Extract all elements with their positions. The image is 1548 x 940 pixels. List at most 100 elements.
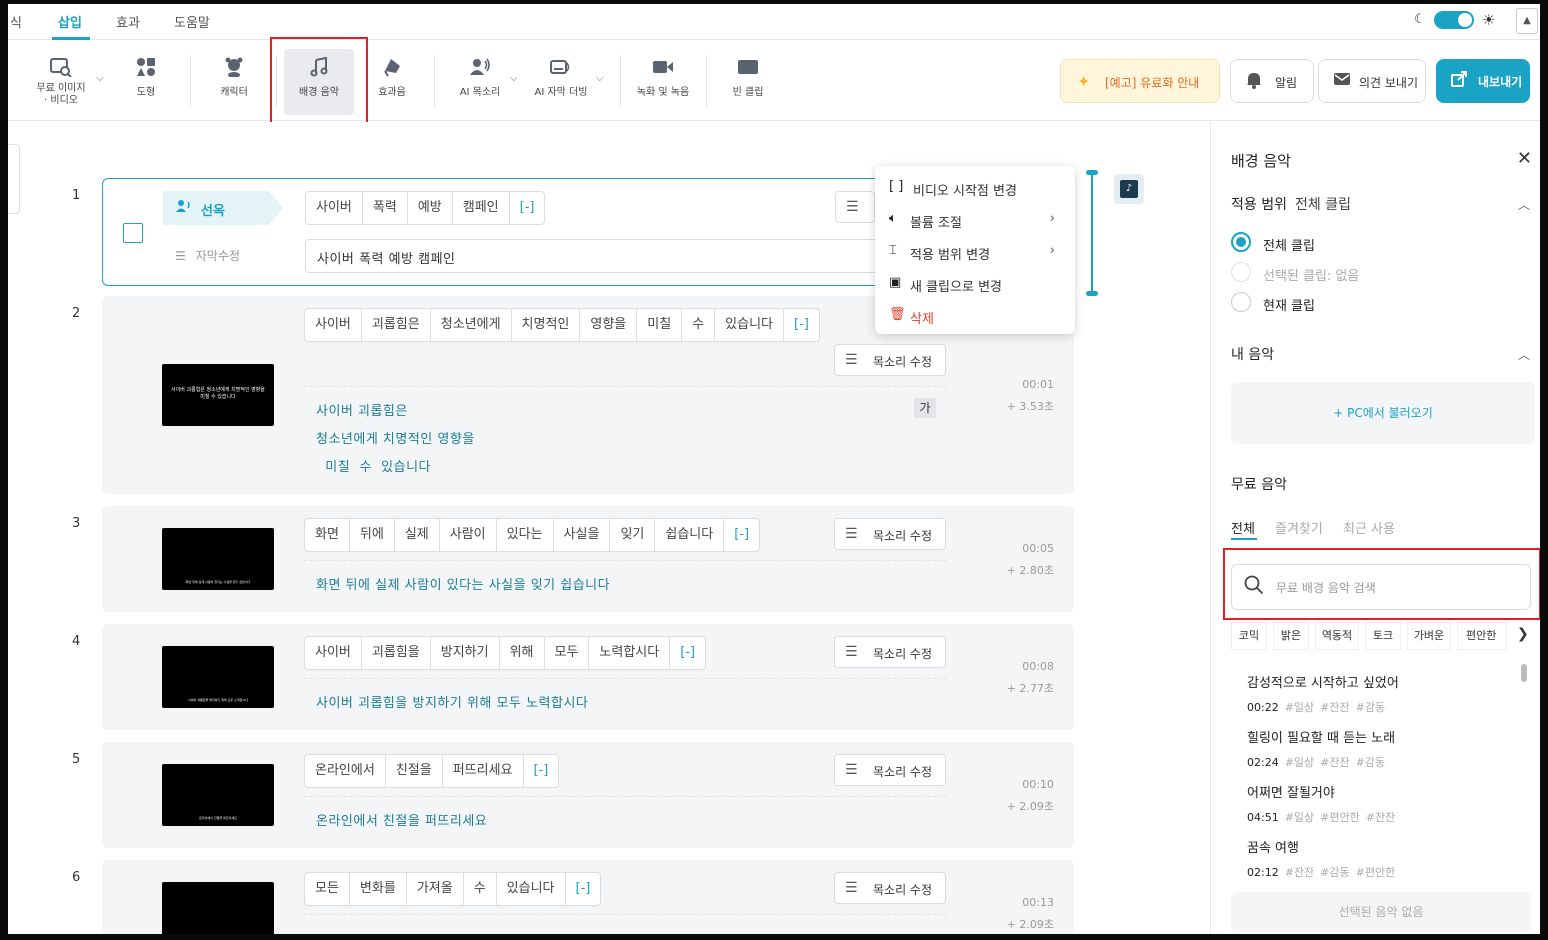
mood-chip[interactable]: 코믹 [1231, 622, 1267, 650]
tab-all[interactable]: 전체 [1231, 518, 1255, 537]
subtitle-line[interactable]: 미칠 수 있습니다 [316, 456, 431, 475]
word-chip[interactable]: 사람이 [438, 518, 497, 552]
list-scrollbar[interactable] [1521, 664, 1527, 682]
tool-free-image-video[interactable]: 무료 이미지 · 비디오 [26, 49, 96, 115]
menu-item-effects[interactable]: 효과 [116, 12, 140, 31]
menu-item-new-clip[interactable]: ▣ 새 클립으로 변경 [889, 274, 1065, 295]
menu-item-help[interactable]: 도움말 [174, 12, 210, 31]
chevron-down-icon[interactable]: ⌵ [510, 73, 518, 84]
chevron-up-icon[interactable]: ︿ [1518, 196, 1530, 213]
font-style-button[interactable]: 가 [914, 398, 936, 418]
add-pause-chip[interactable]: [-] [508, 191, 546, 225]
word-chip[interactable]: 있습니다 [714, 308, 785, 342]
tool-blank-clip[interactable]: 빈 클립 [720, 49, 776, 115]
tool-shapes[interactable]: 도형 [118, 49, 174, 115]
word-chip[interactable]: 있습니다 [495, 872, 566, 906]
theme-toggle[interactable]: ☾ ☀ [1414, 10, 1510, 30]
clip-checkbox[interactable] [123, 223, 143, 243]
voice-edit-button[interactable]: ☰ 목소리 수정 [834, 636, 946, 668]
word-chip[interactable]: 캠페인 [451, 191, 510, 225]
clip-card-4[interactable]: 사이버 괴롭힘을 방지하기 위해 모두 노력합시다 사이버 괴롭힘을 방지하기 … [102, 624, 1074, 730]
menu-item-insert[interactable]: 삽입 [58, 12, 82, 31]
word-chip[interactable]: 괴롭힘은 [360, 308, 431, 342]
voice-edit-button[interactable]: ☰ 목소리 수정 [834, 344, 946, 376]
word-chip[interactable]: 수 [681, 308, 716, 342]
voice-tag[interactable]: 선옥 [163, 191, 283, 225]
word-chip[interactable]: 사이버 [304, 636, 362, 670]
clip-thumbnail[interactable]: 사이버 괴롭힘은 청소년에게 치명적인 영향을 미칠 수 있습니다 [162, 364, 274, 426]
tool-character[interactable]: 캐릭터 [206, 49, 262, 115]
subtitle-line[interactable]: 청소년에게 치명적인 영향을 [316, 428, 475, 447]
word-chip[interactable]: 퍼뜨리세요 [441, 754, 524, 788]
clip-thumbnail[interactable]: 사이버 괴롭힘을 방지하기 위해 모두 노력합시다 [162, 646, 274, 708]
voice-edit-button[interactable]: ☰ [835, 191, 875, 223]
voice-edit-button[interactable]: ☰ 목소리 수정 [834, 754, 946, 786]
word-chip[interactable]: 온라인에서 [304, 754, 386, 788]
side-handle[interactable] [8, 144, 20, 214]
menu-item-delete[interactable]: 🗑︎ 삭제 [889, 306, 1065, 327]
load-from-pc-button[interactable]: + PC에서 불러오기 [1231, 382, 1535, 444]
mood-chip[interactable]: 역동적 [1315, 622, 1359, 650]
export-button[interactable]: 내보내기 [1436, 59, 1530, 103]
tool-ai-voice[interactable]: AI 목소리 [448, 49, 512, 115]
word-chip[interactable]: 예방 [406, 191, 453, 225]
radio-current-clip[interactable] [1231, 292, 1251, 312]
word-chip[interactable]: 폭력 [361, 191, 408, 225]
add-pause-chip[interactable]: [-] [564, 872, 602, 906]
music-clip-badge[interactable]: ♪ [1114, 174, 1144, 204]
word-chip[interactable]: 사이버 [304, 308, 362, 342]
word-chip[interactable]: 치명적인 [510, 308, 581, 342]
word-chip[interactable]: 화면 [304, 518, 350, 552]
clip-card-3[interactable]: 화면 뒤에 실제 사람이 있다는 사실을 잊기 쉽습니다 화면 뒤에 실제 사람… [102, 506, 1074, 612]
scope-section-header[interactable]: 적용 범위 전체 클립 [1231, 194, 1351, 214]
range-handle-top[interactable] [1086, 170, 1098, 175]
menu-item-video-start[interactable]: [ ] 비디오 시작점 변경 [889, 178, 1065, 199]
mood-chip[interactable]: 편안한 [1457, 622, 1507, 650]
menu-item-range[interactable]: ⌶ 적용 범위 변경 › [889, 242, 1065, 263]
my-music-header[interactable]: 내 음악 [1231, 344, 1274, 364]
radio-all-clips[interactable] [1231, 232, 1251, 252]
word-chip[interactable]: 뒤에 [348, 518, 395, 552]
word-chip[interactable]: 모두 [543, 636, 590, 670]
clip-card-6[interactable]: 모든 변화를 가져올 수 있습니다 [-] ☰ 목소리 수정 00:13 + 2… [102, 860, 1074, 934]
chevron-down-icon[interactable]: ⌵ [96, 73, 104, 84]
word-chip[interactable]: 미칠 [636, 308, 683, 342]
tool-record[interactable]: 녹화 및 녹음 [632, 49, 694, 115]
word-chip[interactable]: 괴롭힘을 [360, 636, 431, 670]
clip-thumbnail[interactable] [162, 882, 274, 934]
list-item[interactable]: 힐링이 필요할 때 듣는 노래 02:24 #일상 #잔잔 #감동 [1247, 727, 1507, 770]
mood-chip[interactable]: 토크 [1365, 622, 1401, 650]
subtitle-line[interactable]: 온라인에서 친절을 퍼뜨리세요 [316, 810, 487, 829]
menu-item-format[interactable]: 식 [10, 12, 22, 31]
paid-notice-button[interactable]: ✦ [예고] 유료화 안내 [1060, 59, 1220, 103]
dark-mode-switch[interactable] [1434, 11, 1474, 29]
word-chip[interactable]: 변화를 [348, 872, 407, 906]
mood-chip[interactable]: 가벼운 [1407, 622, 1451, 650]
subtitle-line[interactable]: 화면 뒤에 실제 사람이 있다는 사실을 잊기 쉽습니다 [316, 574, 610, 593]
add-pause-chip[interactable]: [-] [783, 308, 820, 342]
word-chip[interactable]: 실제 [393, 518, 440, 552]
tab-favorites[interactable]: 즐겨찾기 [1275, 518, 1323, 537]
scroll-up-icon[interactable]: ▲ [1516, 8, 1538, 34]
word-chip[interactable]: 모든 [304, 872, 350, 906]
word-chip[interactable]: 잊기 [609, 518, 656, 552]
clip-card-5[interactable]: 온라인에서 친절을 퍼뜨리세요 온라인에서 친절을 퍼뜨리세요 [-] ☰ 목소… [102, 742, 1074, 848]
voice-edit-button[interactable]: ☰ 목소리 수정 [834, 518, 946, 550]
tool-ai-subtitle-dubbing[interactable]: AI 자막 더빙 [528, 49, 594, 115]
close-icon[interactable]: ✕ [1517, 148, 1532, 169]
mood-chip[interactable]: 밝은 [1273, 622, 1309, 650]
tab-recent[interactable]: 최근 사용 [1343, 518, 1395, 537]
chevron-right-icon[interactable]: ❯ [1517, 626, 1529, 642]
range-handle-bottom[interactable] [1086, 291, 1098, 296]
clip-thumbnail[interactable]: 온라인에서 친절을 퍼뜨리세요 [162, 764, 274, 826]
list-item[interactable]: 감성적으로 시작하고 싶었어 00:22 #일상 #잔잔 #감동 [1247, 672, 1507, 715]
caption-input[interactable]: 사이버 폭력 예방 캠페인 [305, 239, 895, 273]
subtitle-edit-button[interactable]: ☰ 자막수정 [175, 247, 240, 264]
music-range-bar[interactable] [1086, 170, 1098, 296]
word-chip[interactable]: 사실을 [552, 518, 611, 552]
word-chip[interactable]: 위해 [498, 636, 545, 670]
send-feedback-button[interactable]: 의견 보내기 [1318, 59, 1426, 103]
add-pause-chip[interactable]: [-] [669, 636, 707, 670]
chevron-up-icon[interactable]: ︿ [1518, 346, 1530, 363]
word-chip[interactable]: 가져올 [405, 872, 464, 906]
